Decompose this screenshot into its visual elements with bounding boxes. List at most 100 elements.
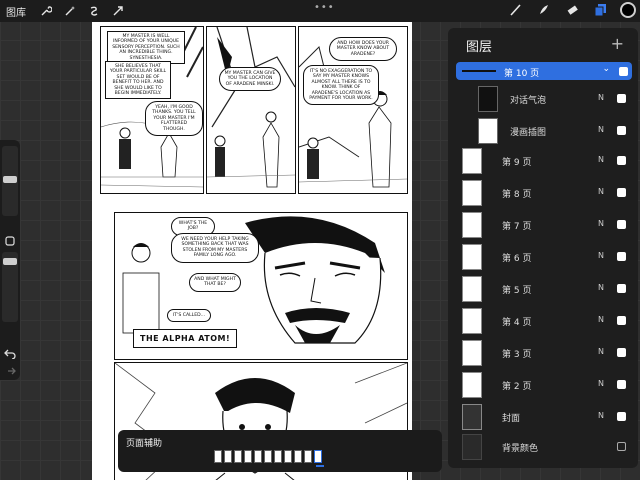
- more-menu[interactable]: •••: [314, 2, 335, 13]
- layer-thumbnail: [462, 276, 482, 302]
- page-thumbnail[interactable]: [304, 450, 312, 463]
- layer-thumbnail: [478, 118, 498, 144]
- layer-name: 第 5 页: [502, 286, 532, 296]
- layer-visibility-checkbox[interactable]: [617, 316, 626, 325]
- layer-page-9[interactable]: 第 9 页 N: [448, 146, 638, 176]
- page-thumbnail[interactable]: [274, 450, 282, 463]
- undo-icon[interactable]: [4, 344, 16, 360]
- brush-size-slider[interactable]: [2, 146, 18, 216]
- page-thumbnail[interactable]: [254, 450, 262, 463]
- layer-visibility-checkbox[interactable]: [617, 380, 626, 389]
- layer-visibility-checkbox[interactable]: [617, 252, 626, 261]
- comic-panel-1: MY MASTER IS WELL INFORMED OF YOUR UNIQU…: [100, 26, 204, 194]
- blend-mode[interactable]: N: [598, 315, 604, 324]
- layer-visibility-checkbox[interactable]: [617, 94, 626, 103]
- comic-panel-4: WHAT'S THE JOB? WE NEED YOUR HELP TAKING…: [114, 212, 408, 360]
- layer-speech-bubbles[interactable]: 对话气泡 N: [448, 84, 638, 114]
- page-thumbnail-strip[interactable]: [214, 450, 322, 463]
- layer-page-2[interactable]: 第 2 页 N: [448, 370, 638, 400]
- layer-visibility-checkbox[interactable]: [617, 126, 626, 135]
- gallery-button[interactable]: 图库: [6, 4, 26, 19]
- layer-name: 背景颜色: [502, 444, 539, 454]
- layer-visibility-checkbox[interactable]: [617, 412, 626, 421]
- layers-panel: 图层 + 第 10 页 ⌄ 对话气泡 N 漫画插图 N 第 9 页 N 第 8 …: [448, 28, 638, 468]
- speech-bubble-1: YEAH, I'M GOOD THANKS. YOU TELL YOUR MAS…: [145, 101, 203, 137]
- blend-mode[interactable]: N: [598, 125, 604, 134]
- page-thumbnail[interactable]: [214, 450, 222, 463]
- layer-page-10[interactable]: 第 10 页 ⌄: [456, 62, 632, 80]
- blend-mode[interactable]: N: [598, 411, 604, 420]
- speech-bubble-4: IT'S NO EXAGGERATION TO SAY MY MASTER KN…: [303, 65, 379, 106]
- panel-2-art: [207, 27, 295, 188]
- layer-page-8[interactable]: 第 8 页 N: [448, 178, 638, 208]
- layer-name: 第 2 页: [502, 382, 532, 392]
- opacity-thumb[interactable]: [3, 258, 17, 265]
- layer-page-3[interactable]: 第 3 页 N: [448, 338, 638, 368]
- layer-visibility-checkbox[interactable]: [617, 442, 626, 451]
- layer-visibility-checkbox[interactable]: [617, 348, 626, 357]
- layer-cover[interactable]: 封面 N: [448, 402, 638, 432]
- blend-mode[interactable]: N: [598, 187, 604, 196]
- color-picker[interactable]: [620, 2, 636, 18]
- layer-page-7[interactable]: 第 7 页 N: [448, 210, 638, 240]
- modify-button[interactable]: [4, 232, 16, 246]
- layer-comic-art[interactable]: 漫画插图 N: [448, 116, 638, 146]
- layer-page-5[interactable]: 第 5 页 N: [448, 274, 638, 304]
- layer-name: 漫画插图: [510, 128, 547, 138]
- layer-background-color[interactable]: 背景颜色: [448, 432, 638, 462]
- layer-page-4[interactable]: 第 4 页 N: [448, 306, 638, 336]
- blend-mode[interactable]: N: [598, 155, 604, 164]
- smudge-icon[interactable]: [536, 2, 552, 18]
- layer-thumbnail: [462, 404, 482, 430]
- page-thumbnail[interactable]: [244, 450, 252, 463]
- blend-mode[interactable]: N: [598, 219, 604, 228]
- layer-thumbnail: [462, 244, 482, 270]
- speech-bubble-8: IT'S CALLED...: [167, 309, 211, 323]
- wrench-icon[interactable]: [38, 3, 54, 19]
- blend-mode[interactable]: N: [598, 251, 604, 260]
- layer-visibility-checkbox[interactable]: [617, 220, 626, 229]
- transform-arrow-icon[interactable]: [110, 3, 126, 19]
- page-thumbnail[interactable]: [234, 450, 242, 463]
- top-toolbar: 图库 •••: [0, 0, 640, 22]
- layer-thumbnail: [462, 372, 482, 398]
- eraser-icon[interactable]: [564, 2, 580, 18]
- layer-visibility-checkbox[interactable]: [617, 156, 626, 165]
- layer-thumbnail: [462, 308, 482, 334]
- page-thumbnail[interactable]: [284, 450, 292, 463]
- page-thumbnail[interactable]: [294, 450, 302, 463]
- selection-icon[interactable]: [86, 3, 102, 19]
- comic-page[interactable]: MY MASTER IS WELL INFORMED OF YOUR UNIQU…: [92, 22, 412, 480]
- add-layer-button[interactable]: +: [611, 34, 624, 53]
- layer-thumbnail: [462, 180, 482, 206]
- speech-bubble-3: AND HOW DOES YOUR MASTER KNOW ABOUT ARAD…: [329, 37, 397, 62]
- opacity-slider[interactable]: [2, 252, 18, 322]
- layer-name: 第 3 页: [502, 350, 532, 360]
- page-thumbnail[interactable]: [314, 450, 322, 463]
- blend-mode[interactable]: N: [598, 283, 604, 292]
- speech-bubble-6: WE NEED YOUR HELP TAKING SOMETHING BACK …: [171, 233, 259, 263]
- brush-size-thumb[interactable]: [3, 176, 17, 183]
- layer-thumbnail: [462, 434, 482, 460]
- layer-thumbnail: [478, 86, 498, 112]
- blend-mode[interactable]: N: [598, 379, 604, 388]
- layer-name: 第 8 页: [502, 190, 532, 200]
- page-thumbnail[interactable]: [224, 450, 232, 463]
- blend-mode[interactable]: N: [598, 93, 604, 102]
- blend-mode[interactable]: N: [598, 347, 604, 356]
- layer-visibility-checkbox[interactable]: [617, 188, 626, 197]
- layer-visibility-checkbox[interactable]: [617, 284, 626, 293]
- layer-name: 对话气泡: [510, 96, 547, 106]
- layer-page-6[interactable]: 第 6 页 N: [448, 242, 638, 272]
- redo-icon[interactable]: [4, 362, 16, 375]
- group-thumbnail: [462, 70, 496, 72]
- layer-visibility-checkbox[interactable]: [619, 67, 628, 76]
- chevron-down-icon[interactable]: ⌄: [602, 64, 610, 74]
- comic-panel-3: AND HOW DOES YOUR MASTER KNOW ABOUT ARAD…: [298, 26, 408, 194]
- layers-title: 图层: [466, 40, 493, 55]
- layer-name: 第 9 页: [502, 158, 532, 168]
- page-thumbnail[interactable]: [264, 450, 272, 463]
- layers-icon[interactable]: [592, 2, 608, 18]
- magic-wand-icon[interactable]: [62, 3, 78, 19]
- brush-icon[interactable]: [508, 2, 524, 18]
